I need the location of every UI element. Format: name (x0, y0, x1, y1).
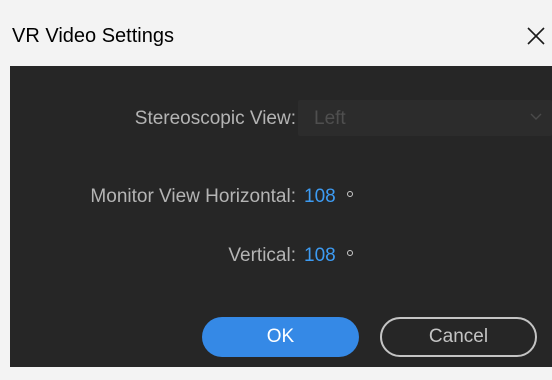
stereoscopic-view-dropdown[interactable]: Left (298, 100, 552, 136)
stereoscopic-view-label: Stereoscopic View: (134, 108, 296, 129)
cancel-button[interactable]: Cancel (380, 317, 537, 357)
ok-button[interactable]: OK (202, 317, 359, 357)
title-bar: VR Video Settings (0, 0, 552, 66)
monitor-view-horizontal-label: Monitor View Horizontal: (90, 186, 296, 207)
degree-icon (347, 250, 353, 256)
settings-panel: Stereoscopic View: Left Monitor View Hor… (10, 66, 552, 367)
vr-video-settings-dialog: VR Video Settings Stereoscopic View: Lef… (0, 0, 552, 380)
chevron-down-icon (530, 113, 542, 120)
degree-icon (347, 191, 353, 197)
horizontal-value-scrubber[interactable]: 108 (304, 186, 336, 208)
dialog-title: VR Video Settings (12, 25, 174, 47)
close-button[interactable] (506, 18, 552, 54)
stereoscopic-view-value: Left (314, 108, 346, 129)
vertical-value-scrubber[interactable]: 108 (304, 245, 336, 267)
close-icon (527, 27, 545, 45)
vertical-label: Vertical: (228, 245, 296, 266)
